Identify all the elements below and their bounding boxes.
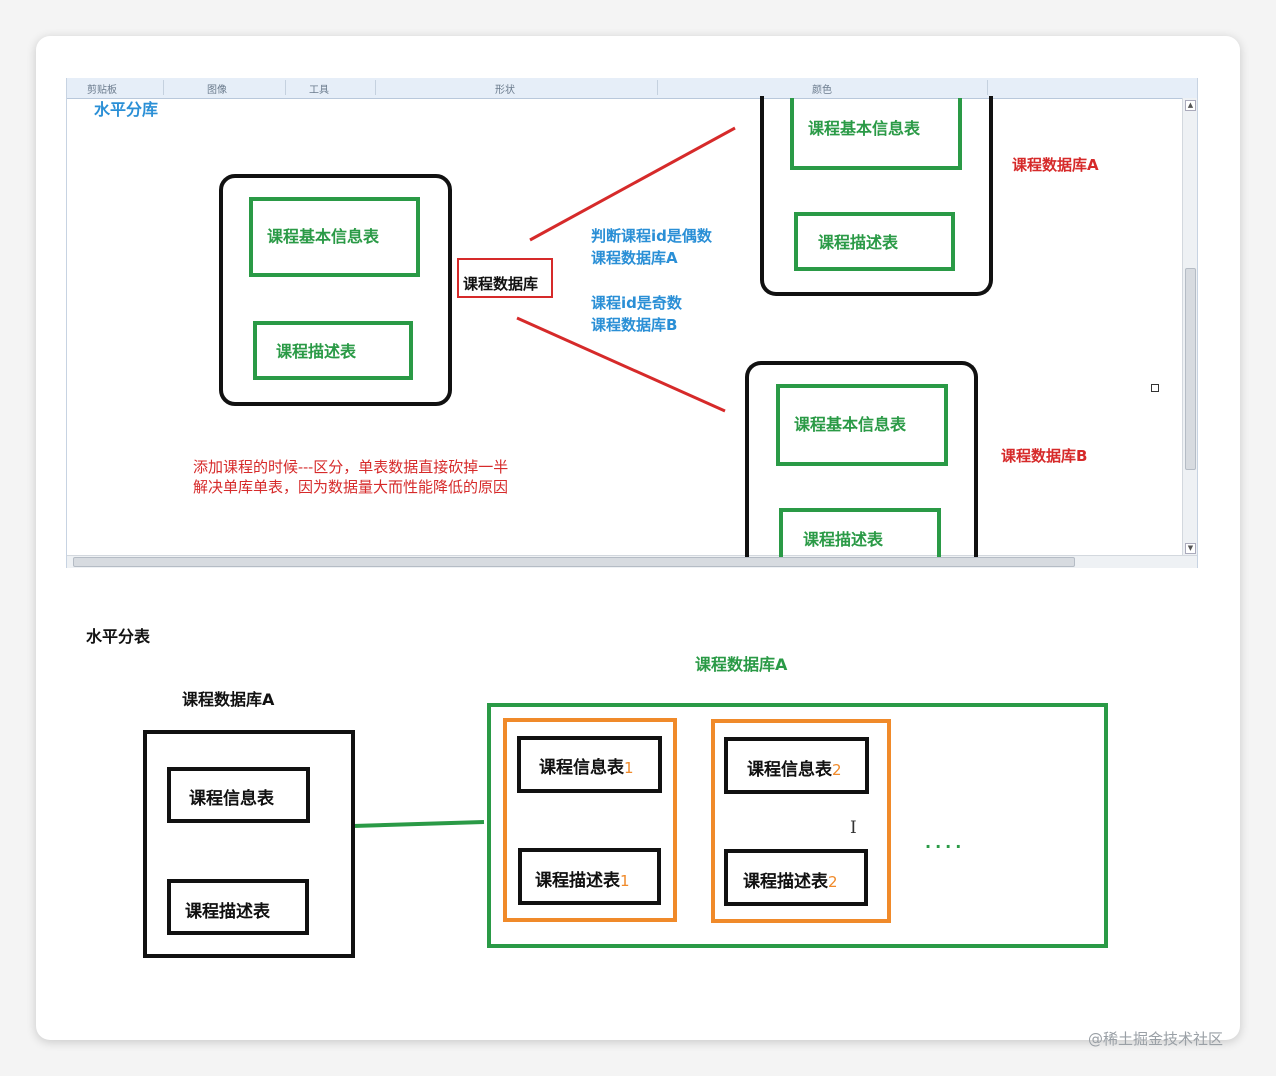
text-cursor-icon: I — [850, 818, 857, 838]
even-rule-line2: 课程数据库A — [591, 249, 678, 267]
note-line1: 添加课程的时候---区分，单表数据直接砍掉一半 — [193, 458, 509, 476]
shard-2-desc-label: 课程描述表2 — [743, 872, 838, 892]
source-table-basic-label: 课程基本信息表 — [267, 227, 380, 246]
line-to-shards — [352, 820, 485, 828]
left-desc-table-label: 课程描述表 — [185, 902, 270, 922]
note-line2: 解决单库单表，因为数据量大而性能降低的原因 — [193, 478, 509, 496]
db-a-table-basic-label: 课程基本信息表 — [808, 119, 921, 138]
odd-rule-line2: 课程数据库B — [591, 316, 678, 334]
right-db-a-label: 课程数据库A — [695, 655, 788, 674]
shard-1-desc-label: 课程描述表1 — [535, 871, 630, 891]
db-b-table-basic-label: 课程基本信息表 — [794, 415, 907, 434]
more-shards-ellipsis: .... — [925, 833, 966, 852]
watermark: @稀土掘金技术社区 — [1088, 1030, 1224, 1048]
section-title-horizontal-db: 水平分库 — [94, 100, 159, 119]
course-db-node-label: 课程数据库 — [463, 275, 539, 293]
db-a-label: 课程数据库A — [1012, 156, 1099, 174]
line-to-db-a — [529, 126, 736, 242]
db-b-table-desc-label: 课程描述表 — [803, 530, 884, 549]
left-db-a-label: 课程数据库A — [182, 690, 275, 709]
db-a-table-desc-label: 课程描述表 — [818, 233, 899, 252]
shard-2-info-label: 课程信息表2 — [747, 760, 842, 780]
odd-rule-line1: 课程id是奇数 — [591, 294, 682, 312]
shard-1-info-label: 课程信息表1 — [539, 758, 634, 778]
section-title-horizontal-table: 水平分表 — [86, 627, 151, 646]
even-rule-line1: 判断课程id是偶数 — [591, 227, 712, 245]
db-b-label: 课程数据库B — [1001, 447, 1088, 465]
source-table-desc-label: 课程描述表 — [276, 342, 357, 361]
left-info-table-label: 课程信息表 — [189, 789, 274, 809]
